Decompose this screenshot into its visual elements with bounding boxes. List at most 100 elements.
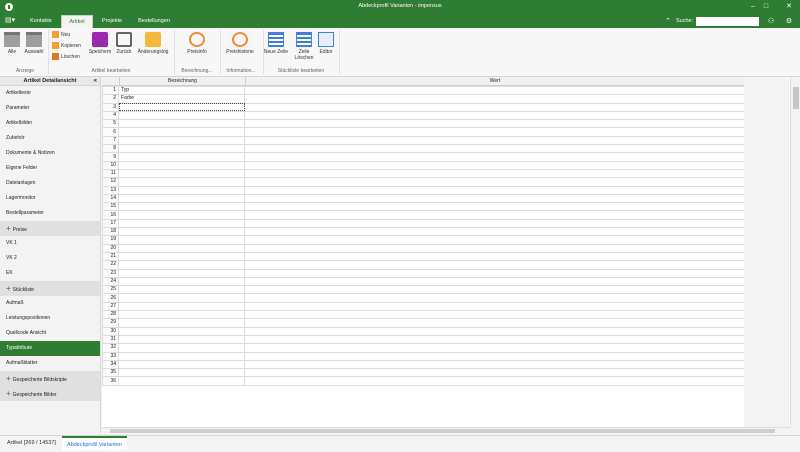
cell-bezeichnung[interactable]: [118, 119, 245, 129]
table-row[interactable]: 16: [102, 210, 745, 220]
cell-bezeichnung[interactable]: [118, 218, 245, 229]
settings-icon[interactable]: ⚙: [784, 17, 794, 26]
table-row[interactable]: 27: [102, 301, 745, 312]
table-row[interactable]: 26: [102, 293, 745, 303]
cell-bezeichnung[interactable]: [118, 102, 245, 112]
aenderungslog-button[interactable]: Änderungslog: [136, 32, 170, 55]
sidebar-group-bildskripte[interactable]: + Gespeicherte Bildskripte: [0, 371, 100, 386]
table-row[interactable]: 4: [102, 110, 745, 121]
table-row[interactable]: 11: [102, 168, 745, 179]
cell-wert[interactable]: [244, 185, 745, 195]
cell-wert[interactable]: [244, 144, 745, 154]
cell-bezeichnung[interactable]: [118, 359, 245, 370]
cell-bezeichnung[interactable]: [118, 144, 245, 154]
editor-button[interactable]: Editor: [316, 32, 336, 55]
cell-wert[interactable]: [244, 326, 745, 336]
neu-button[interactable]: Neu: [52, 31, 70, 40]
cell-bezeichnung[interactable]: [118, 168, 245, 179]
sidebar-group-preise[interactable]: + Preise: [0, 221, 100, 236]
table-row[interactable]: 28: [102, 309, 745, 320]
search-input[interactable]: [696, 17, 759, 26]
cell-bezeichnung[interactable]: [118, 193, 245, 204]
cell-bezeichnung[interactable]: [118, 185, 245, 195]
table-row[interactable]: 8: [102, 144, 745, 154]
tab-artikel[interactable]: Artikel: [61, 15, 93, 28]
cell-bezeichnung[interactable]: [118, 177, 245, 187]
cell-wert[interactable]: [244, 251, 745, 262]
table-row[interactable]: 2 Farbe: [102, 94, 745, 104]
table-row[interactable]: 24: [102, 276, 745, 287]
sidebar-item-zubehoer[interactable]: Zubehör: [0, 131, 100, 146]
table-row[interactable]: 34: [102, 359, 745, 370]
cell-bezeichnung[interactable]: [118, 293, 245, 303]
cell-bezeichnung[interactable]: [118, 243, 245, 253]
cell-wert[interactable]: [244, 152, 745, 162]
cell-wert[interactable]: [244, 243, 745, 253]
doc-tab-artikel[interactable]: Artikel [269 / 14537]: [2, 436, 61, 450]
cell-wert[interactable]: [244, 119, 745, 129]
column-header-bezeichnung[interactable]: Bezeichnung: [119, 77, 245, 86]
cell-wert[interactable]: [244, 127, 745, 137]
vertical-scrollbar[interactable]: [790, 77, 800, 427]
sidebar-item-leistungspositionen[interactable]: Leistungspositionen: [0, 311, 100, 326]
cell-wert[interactable]: [244, 202, 745, 212]
sidebar-item-artikelbilder[interactable]: Artikelbilder: [0, 116, 100, 131]
sidebar-item-dokumente[interactable]: Dokumente & Notizen: [0, 146, 100, 161]
cell-wert[interactable]: [244, 135, 745, 146]
table-row[interactable]: 30: [102, 326, 745, 336]
table-row[interactable]: 22: [102, 260, 745, 270]
cell-bezeichnung[interactable]: [118, 260, 245, 270]
group-icon[interactable]: ⚇: [766, 17, 776, 26]
speichern-button[interactable]: Speichern: [88, 32, 112, 55]
table-row[interactable]: 33: [102, 351, 745, 361]
cell-bezeichnung[interactable]: [118, 127, 245, 137]
table-row[interactable]: 7: [102, 135, 745, 146]
sidebar-item-ek[interactable]: EK: [0, 266, 100, 281]
cell-bezeichnung[interactable]: [118, 227, 245, 237]
table-row[interactable]: 5: [102, 119, 745, 129]
cell-bezeichnung[interactable]: [118, 368, 245, 378]
cell-bezeichnung[interactable]: [118, 235, 245, 245]
alle-button[interactable]: Alle: [3, 32, 21, 55]
cell-bezeichnung[interactable]: [118, 309, 245, 320]
sidebar-item-parameter[interactable]: Parameter: [0, 101, 100, 116]
table-row[interactable]: 19: [102, 235, 745, 245]
horizontal-scrollbar[interactable]: [102, 427, 790, 433]
doc-tab-abdeckprofil[interactable]: Abdeckprofil Varianten: [62, 436, 127, 450]
zeile-loeschen-button[interactable]: Zeile Löschen: [291, 32, 317, 61]
cell-wert[interactable]: [244, 260, 745, 270]
kopieren-button[interactable]: Kopieren: [52, 42, 81, 51]
cell-wert[interactable]: [244, 102, 745, 112]
table-row[interactable]: 20: [102, 243, 745, 253]
close-button[interactable]: ✕: [783, 2, 795, 12]
table-row[interactable]: 18: [102, 227, 745, 237]
sidebar-group-bilder[interactable]: + Gespeicherte Bilder: [0, 386, 100, 401]
sidebar-item-eigene-felder[interactable]: Eigene Felder: [0, 161, 100, 176]
table-row[interactable]: 29: [102, 318, 745, 328]
cell-bezeichnung[interactable]: [118, 251, 245, 262]
cell-wert[interactable]: [244, 160, 745, 170]
cell-wert[interactable]: [244, 110, 745, 121]
tab-projekte[interactable]: Projekte: [94, 15, 130, 28]
collapse-chevron-icon[interactable]: «: [94, 77, 97, 86]
cell-bezeichnung[interactable]: [118, 343, 245, 353]
sidebar-item-aufmass[interactable]: Aufmaß: [0, 296, 100, 311]
loeschen-button[interactable]: Löschen: [52, 53, 80, 62]
cell-bezeichnung[interactable]: [118, 152, 245, 162]
sidebar-item-aufmassblatter[interactable]: Aufmaßblatter: [0, 356, 100, 371]
cell-bezeichnung[interactable]: Typ: [118, 85, 245, 96]
table-row[interactable]: 32: [102, 343, 745, 353]
cell-wert[interactable]: [244, 85, 745, 96]
table-row[interactable]: 35: [102, 368, 745, 378]
table-row[interactable]: 14: [102, 193, 745, 204]
table-row[interactable]: 36: [102, 376, 745, 386]
neue-zeile-button[interactable]: Neue Zeile: [262, 32, 290, 55]
table-row[interactable]: 17: [102, 218, 745, 229]
cell-wert[interactable]: [244, 235, 745, 245]
tab-kontakte[interactable]: Kontakte: [22, 15, 60, 28]
table-row[interactable]: 31: [102, 334, 745, 345]
table-row[interactable]: 10: [102, 160, 745, 170]
table-row[interactable]: 15: [102, 202, 745, 212]
cell-bezeichnung[interactable]: [118, 160, 245, 170]
cell-wert[interactable]: [244, 227, 745, 237]
